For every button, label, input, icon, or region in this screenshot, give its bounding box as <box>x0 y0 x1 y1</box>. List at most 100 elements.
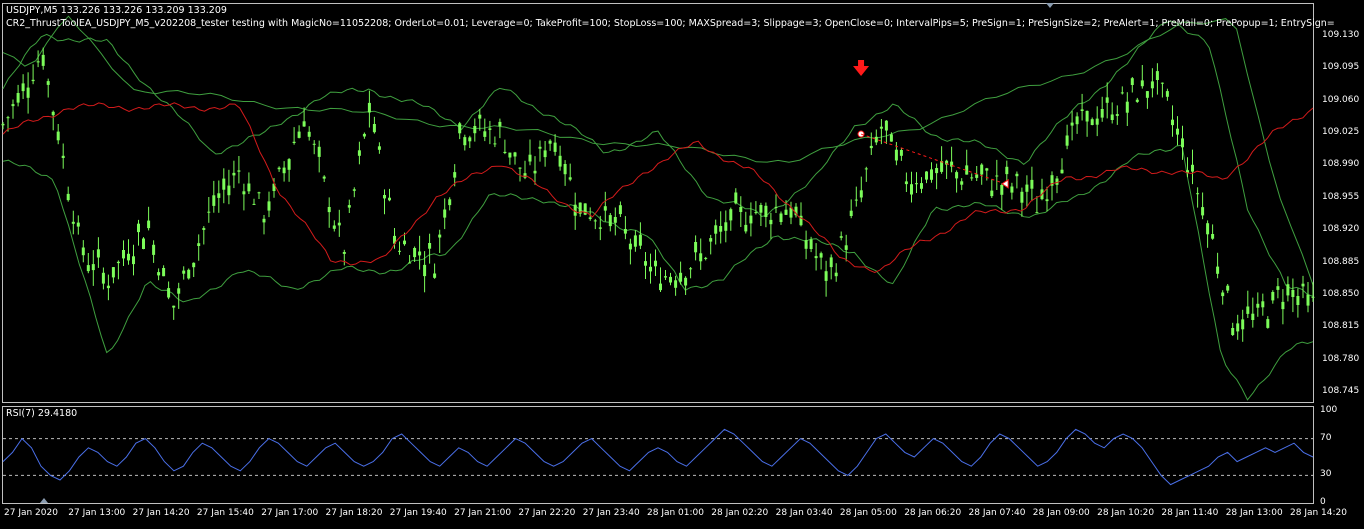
candle-body <box>488 128 492 130</box>
candle-body <box>764 205 768 217</box>
candle-body <box>548 140 552 144</box>
candle-body <box>1296 296 1300 305</box>
candle-body <box>935 168 939 174</box>
candle-body <box>307 131 311 137</box>
candle-body <box>849 210 853 216</box>
candle-body <box>1135 99 1139 102</box>
candle-body <box>187 269 191 279</box>
candle-body <box>433 273 437 278</box>
candle-body <box>734 192 738 204</box>
candle-body <box>1216 266 1220 274</box>
candle-body <box>1130 78 1134 85</box>
candle-body <box>724 222 728 231</box>
candle-body <box>759 205 763 213</box>
time-tick-label: 27 Jan 22:20 <box>518 508 576 518</box>
candle-body <box>699 253 703 262</box>
candle-body <box>297 131 301 138</box>
time-tick-label: 28 Jan 14:20 <box>1290 508 1347 518</box>
candle-body <box>458 123 462 134</box>
candle-body <box>844 245 848 250</box>
candle-body <box>819 253 823 258</box>
candle-body <box>116 261 120 264</box>
candle-body <box>1005 166 1009 175</box>
time-tick-label: 27 Jan 18:20 <box>325 508 383 518</box>
candle-body <box>1165 91 1169 97</box>
time-tick-label: 27 Jan 17:00 <box>261 508 319 518</box>
candle-body <box>227 185 231 196</box>
candle-body <box>664 276 667 278</box>
candle-body <box>1211 234 1215 239</box>
candle-body <box>162 268 166 277</box>
candle-body <box>749 215 753 224</box>
time-tick-label: 28 Jan 06:20 <box>904 508 962 518</box>
candle-body <box>960 181 964 185</box>
candle-body <box>1120 92 1124 94</box>
candle-body <box>388 197 391 201</box>
triangle-marker-icon <box>1046 3 1054 8</box>
candle-body <box>443 209 447 218</box>
time-tick-label: 27 Jan 13:00 <box>68 508 126 518</box>
candle-body <box>478 114 482 119</box>
candle-body <box>889 134 893 142</box>
candle-body <box>327 207 331 213</box>
candle-body <box>1 123 5 126</box>
candle-body <box>1226 285 1230 291</box>
candle-body <box>628 243 632 250</box>
chart-canvas <box>1 3 1315 503</box>
candle-body <box>623 229 627 234</box>
candle-body <box>257 192 261 194</box>
candle-body <box>277 167 281 170</box>
candle-body <box>106 285 110 289</box>
candle-body <box>101 272 105 284</box>
candle-body <box>408 262 412 264</box>
candle-body <box>633 235 637 247</box>
candle-body <box>523 173 527 178</box>
candle-body <box>1145 91 1149 98</box>
candle-body <box>1080 109 1084 111</box>
candle-body <box>809 239 813 249</box>
candle-body <box>864 168 868 170</box>
candle-body <box>448 199 452 206</box>
candle-body <box>182 270 186 274</box>
candle-body <box>357 150 361 156</box>
candle-body <box>854 199 858 201</box>
candle-body <box>207 211 211 213</box>
candle-body <box>513 152 517 157</box>
candle-body <box>955 172 959 179</box>
price-tick-label: 109.095 <box>1322 62 1360 73</box>
candle-body <box>122 250 125 259</box>
candle-body <box>1251 313 1255 320</box>
candle-body <box>1206 223 1210 235</box>
candle-body <box>1155 71 1159 80</box>
candle-body <box>1020 191 1024 203</box>
candle-body <box>925 171 928 180</box>
candle-body <box>252 203 256 205</box>
candle-body <box>51 111 55 116</box>
candle-body <box>1236 323 1240 332</box>
candle-body <box>377 146 381 150</box>
expert-advisor-line: CR2_ThrustToolEA_USDJPY_M5_v202208_teste… <box>6 18 1335 29</box>
candle-body <box>56 131 60 141</box>
time-tick-label: 28 Jan 13:00 <box>1225 508 1283 518</box>
candle-body <box>1231 328 1235 335</box>
rsi-label: RSI(7) 29.4180 <box>6 408 78 419</box>
candle-body <box>287 159 291 170</box>
candle-body <box>588 217 592 219</box>
candle-body <box>91 264 95 271</box>
candle-body <box>593 220 597 222</box>
candle-body <box>779 213 783 222</box>
candle-body <box>814 256 818 259</box>
candle-body <box>157 272 161 276</box>
candle-body <box>1276 286 1280 290</box>
candle-body <box>804 240 808 249</box>
candle-body <box>613 217 617 223</box>
candle-body <box>649 266 652 272</box>
candle-body <box>172 305 176 308</box>
candle-body <box>31 79 35 82</box>
candle-body <box>1110 114 1114 120</box>
candle-body <box>1261 301 1265 308</box>
candle-body <box>533 170 537 174</box>
candle-body <box>483 131 487 137</box>
time-tick-label: 27 Jan 2020 <box>4 508 58 518</box>
candle-body <box>177 288 181 294</box>
